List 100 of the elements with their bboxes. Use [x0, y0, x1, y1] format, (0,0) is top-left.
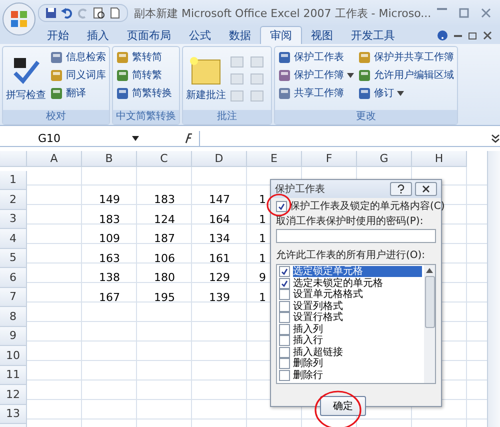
- tool-icon: [116, 86, 129, 100]
- list-item[interactable]: 删除列: [293, 358, 422, 370]
- ribbon-tab[interactable]: 插入: [78, 27, 118, 44]
- row-header[interactable]: 7: [0, 288, 27, 307]
- row-header[interactable]: 8: [0, 307, 27, 326]
- ribbon-button[interactable]: 保护并共享工作簿: [358, 49, 454, 65]
- maximize-icon: [459, 8, 470, 18]
- ribbon-button[interactable]: 修订: [358, 85, 454, 101]
- column-header[interactable]: D: [192, 151, 247, 167]
- scrollbar-thumb[interactable]: [424, 276, 434, 328]
- close-icon: [481, 8, 492, 18]
- table-cell: 1: [259, 290, 266, 304]
- checkbox[interactable]: [279, 346, 290, 358]
- table-cell: 9: [259, 271, 266, 284]
- row-header[interactable]: 2: [0, 190, 27, 210]
- ribbon-tab[interactable]: 开发工具: [342, 27, 404, 44]
- ribbon-button[interactable]: 简繁转换: [116, 85, 172, 101]
- table-cell-text: 167: [98, 290, 121, 306]
- column-header[interactable]: B: [82, 151, 137, 167]
- table-cell-text: 195: [153, 290, 176, 306]
- close-icon: [483, 31, 492, 40]
- row-header[interactable]: 13: [0, 404, 27, 424]
- row-header[interactable]: 3: [0, 210, 27, 229]
- tool-icon: [278, 86, 291, 100]
- list-item[interactable]: 选定锁定单元格: [293, 266, 422, 278]
- list-item[interactable]: 插入列: [293, 324, 422, 335]
- tool-icon: [358, 50, 371, 64]
- large-ribbon-button[interactable]: 新建批注: [186, 49, 226, 108]
- checkbox[interactable]: [279, 300, 290, 312]
- checkbox[interactable]: [279, 370, 290, 381]
- checkbox[interactable]: [279, 278, 290, 289]
- row-header[interactable]: 9: [0, 326, 27, 346]
- checkbox[interactable]: [276, 201, 287, 212]
- checkbox[interactable]: [279, 324, 290, 335]
- tool-icon: [278, 50, 291, 64]
- ribbon-tab[interactable]: 视图: [302, 27, 342, 44]
- comment-tool-icon: [230, 72, 244, 84]
- row-header[interactable]: 5: [0, 248, 27, 268]
- list-item[interactable]: 设置列格式: [293, 300, 422, 312]
- checkbox-label: 保护工作表及锁定的单元格内容(C): [290, 200, 445, 213]
- list-item[interactable]: 设置行格式: [293, 312, 422, 324]
- name-box[interactable]: G10: [0, 132, 128, 144]
- list-item[interactable]: 插入超链接: [293, 346, 422, 358]
- table-cell-text: 163: [98, 250, 121, 267]
- column-header[interactable]: A: [27, 151, 82, 167]
- help-button[interactable]: [390, 182, 412, 196]
- ribbon-tab[interactable]: 公式: [180, 27, 220, 44]
- ribbon-button[interactable]: 共享工作簿: [278, 85, 354, 101]
- large-ribbon-button[interactable]: 拼写检查: [6, 49, 46, 108]
- table-cell: 1: [259, 193, 266, 206]
- ribbon-button[interactable]: 保护工作簿: [278, 67, 354, 83]
- close-button[interactable]: [415, 182, 437, 196]
- table-cell-text: 183: [98, 212, 121, 228]
- list-item[interactable]: 插入行: [293, 335, 422, 346]
- column-header[interactable]: G: [357, 151, 412, 167]
- close-icon: [422, 185, 430, 193]
- undo-icon: [61, 7, 73, 19]
- list-label: 允许此工作表的所有用户进行(O):: [276, 249, 426, 262]
- row-header[interactable]: 11: [0, 366, 27, 385]
- spelling-check-icon: [11, 56, 41, 86]
- checkbox[interactable]: [279, 312, 290, 324]
- vertical-scrollbar[interactable]: [487, 151, 500, 427]
- column-header[interactable]: H: [412, 151, 467, 167]
- ribbon-tab[interactable]: 页面布局: [118, 27, 180, 44]
- column-header[interactable]: C: [137, 151, 192, 167]
- row-header[interactable]: 12: [0, 385, 27, 404]
- tool-icon: [358, 86, 371, 100]
- password-field[interactable]: [276, 229, 436, 243]
- list-item[interactable]: 选定未锁定的单元格: [293, 278, 422, 289]
- row-header[interactable]: 4: [0, 229, 27, 248]
- row-header[interactable]: 10: [0, 346, 27, 366]
- row-header[interactable]: 1: [0, 170, 27, 190]
- checkbox[interactable]: [279, 358, 290, 370]
- help-icon: [437, 30, 448, 41]
- list-item[interactable]: 设置单元格格式: [293, 289, 422, 300]
- ribbon-button[interactable]: 繁转简: [116, 49, 172, 65]
- minimize-icon: [437, 8, 448, 10]
- table-cell-text: 106: [153, 250, 176, 267]
- ribbon-button[interactable]: 信息检索: [50, 49, 106, 65]
- ribbon-button[interactable]: 保护工作表: [278, 49, 354, 65]
- row-header[interactable]: 6: [0, 268, 27, 288]
- ok-button[interactable]: 确定: [320, 396, 366, 416]
- ribbon-button[interactable]: 同义词库: [50, 67, 106, 83]
- permissions-list[interactable]: 选定锁定单元格 选定未锁定的单元格 设置单元格格式 设置列格式 设置行格式 插入列 插入行 插入超链接 删除列 删除行: [276, 264, 436, 384]
- ribbon-tab[interactable]: 审阅: [260, 26, 302, 44]
- caret-icon: [132, 136, 139, 140]
- ribbon-button[interactable]: 翻译: [50, 85, 106, 101]
- ribbon-button[interactable]: 允许用户编辑区域: [358, 67, 454, 83]
- list-item[interactable]: 删除行: [293, 370, 422, 381]
- tool-icon: [278, 68, 291, 82]
- ribbon-tab[interactable]: 数据: [220, 27, 260, 44]
- checkbox[interactable]: [279, 289, 290, 300]
- checkbox[interactable]: [279, 335, 290, 346]
- checkbox[interactable]: [279, 266, 290, 278]
- restore-icon: [468, 31, 477, 40]
- table-cell-text: 124: [153, 212, 176, 228]
- column-header[interactable]: F: [302, 151, 357, 167]
- ribbon-button[interactable]: 简转繁: [116, 67, 172, 83]
- column-header[interactable]: E: [247, 151, 302, 167]
- ribbon-tab[interactable]: 开始: [38, 27, 78, 44]
